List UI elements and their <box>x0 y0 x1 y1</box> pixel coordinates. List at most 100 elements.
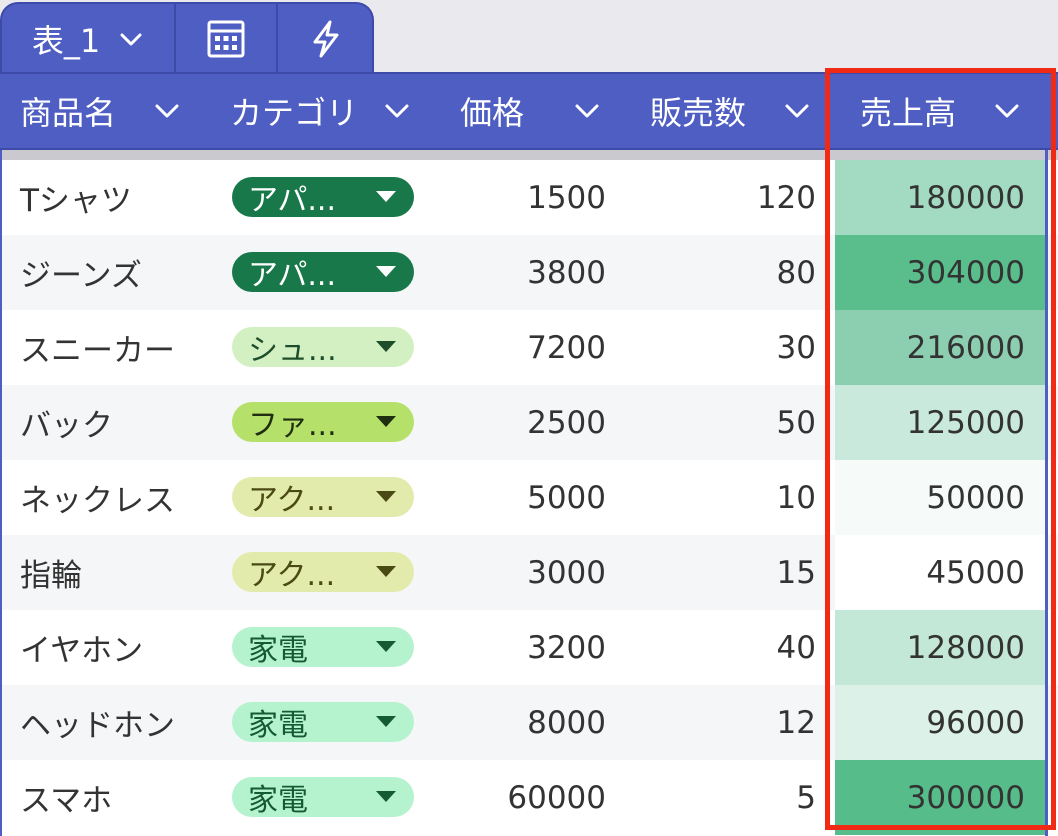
cell-qty[interactable]: 50 <box>620 385 816 460</box>
cell-price[interactable]: 3000 <box>420 535 606 610</box>
category-chip[interactable]: ファ... <box>232 402 414 443</box>
chevron-down-icon[interactable] <box>152 96 182 126</box>
table-row[interactable]: ヘッドホン 家電 8000 12 96000 <box>0 685 1058 760</box>
cell-name[interactable]: ヘッドホン <box>20 685 210 760</box>
column-header-label: 価格 <box>460 94 525 132</box>
chevron-down-icon[interactable] <box>382 96 412 126</box>
cell-qty[interactable]: 40 <box>620 610 816 685</box>
cell-sales[interactable]: 216000 <box>835 310 1045 385</box>
chevron-down-icon[interactable] <box>572 96 602 126</box>
dropdown-arrow-icon[interactable] <box>376 716 396 727</box>
category-chip-label: 家電 <box>248 708 308 743</box>
cell-sales[interactable]: 180000 <box>835 160 1045 235</box>
dropdown-arrow-icon[interactable] <box>376 491 396 502</box>
column-header-label: カテゴリ <box>230 94 359 132</box>
cell-sales[interactable]: 304000 <box>835 235 1045 310</box>
cell-sales[interactable]: 300000 <box>835 760 1045 835</box>
cell-qty[interactable]: 80 <box>620 235 816 310</box>
table-row[interactable]: ネックレス アク... 5000 10 50000 <box>0 460 1058 535</box>
category-chip[interactable]: 家電 <box>232 777 414 818</box>
dropdown-arrow-icon[interactable] <box>376 791 396 802</box>
cell-name[interactable]: ジーンズ <box>20 235 210 310</box>
cell-qty[interactable]: 12 <box>620 685 816 760</box>
table-row[interactable]: スニーカー シュ... 7200 30 216000 <box>0 310 1058 385</box>
dropdown-arrow-icon[interactable] <box>376 641 396 652</box>
cell-sales[interactable]: 45000 <box>835 535 1045 610</box>
cell-qty[interactable]: 5 <box>620 760 816 835</box>
dropdown-arrow-icon[interactable] <box>376 266 396 277</box>
cell-price[interactable]: 1500 <box>420 160 606 235</box>
tab-bar: 表_1 <box>0 0 1058 76</box>
data-grid: Tシャツ アパ... 1500 120 180000 ジーンズ アパ... 38… <box>0 160 1058 836</box>
category-chip-label: アク... <box>248 483 336 518</box>
lightning-icon <box>313 20 339 58</box>
column-header-price[interactable]: 価格 <box>460 74 580 148</box>
dropdown-arrow-icon[interactable] <box>376 341 396 352</box>
calculator-button[interactable] <box>176 4 276 74</box>
sheet-tab-group: 表_1 <box>0 2 374 76</box>
dropdown-arrow-icon[interactable] <box>376 566 396 577</box>
table-row[interactable]: ジーンズ アパ... 3800 80 304000 <box>0 235 1058 310</box>
category-chip-label: アク... <box>248 558 336 593</box>
cell-sales[interactable]: 128000 <box>835 610 1045 685</box>
category-chip-label: アパ... <box>248 258 337 293</box>
sheet-tab-label: 表_1 <box>31 22 101 60</box>
category-chip[interactable]: シュ... <box>232 327 414 368</box>
category-chip-label: シュ... <box>248 333 337 368</box>
category-chip-label: 家電 <box>248 783 308 818</box>
table-row[interactable]: Tシャツ アパ... 1500 120 180000 <box>0 160 1058 235</box>
table-row[interactable]: イヤホン 家電 3200 40 128000 <box>0 610 1058 685</box>
header-shadow <box>0 150 1058 160</box>
category-chip[interactable]: 家電 <box>232 702 414 743</box>
dropdown-arrow-icon[interactable] <box>376 191 396 202</box>
category-chip-label: ファ... <box>248 408 337 443</box>
cell-qty[interactable]: 120 <box>620 160 816 235</box>
cell-price[interactable]: 60000 <box>420 760 606 835</box>
column-header-qty[interactable]: 販売数 <box>650 74 780 148</box>
cell-name[interactable]: バック <box>20 385 210 460</box>
cell-name[interactable]: ネックレス <box>20 460 210 535</box>
chevron-down-icon[interactable] <box>782 96 812 126</box>
column-header-label: 商品名 <box>20 94 117 132</box>
table-row[interactable]: スマホ 家電 60000 5 300000 <box>0 760 1058 835</box>
cell-price[interactable]: 7200 <box>420 310 606 385</box>
calculator-icon <box>207 20 245 58</box>
table-row[interactable]: バック ファ... 2500 50 125000 <box>0 385 1058 460</box>
column-header-label: 販売数 <box>650 94 747 132</box>
table-row[interactable]: 指輪 アク... 3000 15 45000 <box>0 535 1058 610</box>
cell-price[interactable]: 5000 <box>420 460 606 535</box>
cell-qty[interactable]: 15 <box>620 535 816 610</box>
cell-qty[interactable]: 10 <box>620 460 816 535</box>
cell-sales[interactable]: 96000 <box>835 685 1045 760</box>
category-chip[interactable]: アク... <box>232 477 414 518</box>
automation-button[interactable] <box>278 4 374 74</box>
cell-qty[interactable]: 30 <box>620 310 816 385</box>
cell-sales[interactable]: 50000 <box>835 460 1045 535</box>
column-header-label: 売上高 <box>860 94 957 132</box>
category-chip-label: 家電 <box>248 633 308 668</box>
column-header-sales[interactable]: 売上高 <box>860 74 990 148</box>
cell-name[interactable]: イヤホン <box>20 610 210 685</box>
cell-name[interactable]: 指輪 <box>20 535 210 610</box>
cell-name[interactable]: Tシャツ <box>20 160 210 235</box>
category-chip-label: アパ... <box>248 183 337 218</box>
category-chip[interactable]: アパ... <box>232 177 414 218</box>
cell-name[interactable]: スマホ <box>20 760 210 835</box>
category-chip[interactable]: アク... <box>232 552 414 593</box>
chevron-down-icon[interactable] <box>992 96 1022 126</box>
cell-sales[interactable]: 125000 <box>835 385 1045 460</box>
grid-right-border <box>1045 150 1048 836</box>
dropdown-arrow-icon[interactable] <box>376 416 396 427</box>
cell-price[interactable]: 3200 <box>420 610 606 685</box>
category-chip[interactable]: 家電 <box>232 627 414 668</box>
cell-price[interactable]: 3800 <box>420 235 606 310</box>
column-header-row: 商品名 カテゴリ 価格 販売数 売上高 <box>0 72 1058 150</box>
cell-price[interactable]: 2500 <box>420 385 606 460</box>
sheet-tab[interactable]: 表_1 <box>2 4 174 74</box>
grid-left-border <box>0 150 2 836</box>
column-header-name[interactable]: 商品名 <box>20 74 220 148</box>
cell-name[interactable]: スニーカー <box>20 310 210 385</box>
cell-price[interactable]: 8000 <box>420 685 606 760</box>
chevron-down-icon <box>120 33 142 46</box>
category-chip[interactable]: アパ... <box>232 252 414 293</box>
